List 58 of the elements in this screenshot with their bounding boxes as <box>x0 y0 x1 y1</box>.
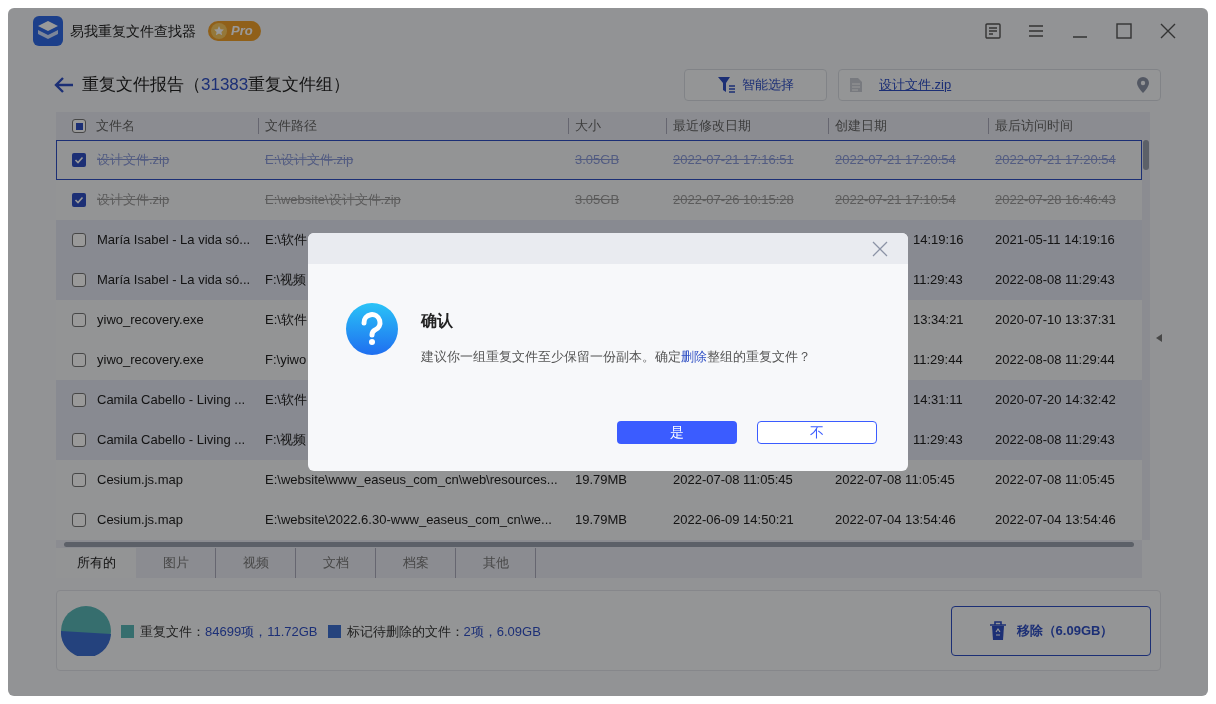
file-path-cell: F:\视频 <box>265 432 307 448</box>
file-path-cell: E:\设计文件.zip <box>265 152 354 168</box>
file-path-cell: F:\视频 <box>265 272 307 288</box>
modified-date-cell: 2022-07-21 17:16:51 <box>673 152 794 168</box>
created-date-cell: 11:29:43 <box>913 432 963 448</box>
file-path-cell: E:\软件 <box>265 232 307 248</box>
accessed-date-cell: 2022-07-04 13:54:46 <box>995 512 1116 528</box>
report-title: 重复文件报告（ <box>82 75 201 95</box>
file-name-cell: María Isabel - La vida só... <box>97 232 251 248</box>
size-cell: 19.79MB <box>575 472 628 488</box>
created-date-cell: 2022-07-21 17:10:54 <box>835 192 956 208</box>
file-path-cell: E:\website\2022.6.30-www_easeus_com_cn\we... <box>265 512 552 528</box>
legend-label: 标记待删除的文件： <box>346 623 464 641</box>
modified-date-cell: 2022-06-09 14:50:21 <box>673 512 794 528</box>
accessed-date-cell: 2020-07-10 13:37:31 <box>995 312 1116 328</box>
app-title: 易我重复文件查找器 <box>70 21 196 41</box>
accessed-date-cell: 2021-05-11 14:19:16 <box>995 232 1115 248</box>
file-path-cell: E:\软件 <box>265 312 307 328</box>
created-date-cell: 13:34:21 <box>913 312 964 328</box>
size-cell: 19.79MB <box>575 512 628 528</box>
accessed-date-cell: 2022-08-08 11:29:44 <box>995 352 1115 368</box>
file-path-cell: E:\website\设计文件.zip <box>265 192 401 208</box>
modified-date-cell: 2022-07-26 10:15:28 <box>673 192 794 208</box>
created-date-cell: 11:29:44 <box>913 352 963 368</box>
file-name-cell: yiwo_recovery.exe <box>97 312 204 328</box>
created-date-cell: 2022-07-08 11:05:45 <box>835 472 955 488</box>
legend-value: 2项，6.09GB <box>463 623 541 641</box>
accessed-date-cell: 2022-08-08 11:29:43 <box>995 272 1115 288</box>
accessed-date-cell: 2022-07-28 16:46:43 <box>995 192 1116 208</box>
accessed-date-cell: 2022-08-08 11:29:43 <box>995 432 1115 448</box>
modified-date-cell: 2022-07-08 11:05:45 <box>673 472 793 488</box>
accessed-date-cell: 2022-07-08 11:05:45 <box>995 472 1115 488</box>
file-name-cell: Cesium.js.map <box>97 512 183 528</box>
dialog-message: 建议你一组重复文件至少保留一份副本。确定删除整组的重复文件？ <box>421 348 811 366</box>
created-date-cell: 14:19:16 <box>913 232 964 248</box>
file-path-cell: E:\website\www_easeus_com_cn\web\resources... <box>265 472 558 488</box>
created-date-cell: 14:31:11 <box>913 392 963 408</box>
accessed-date-cell: 2020-07-20 14:32:42 <box>995 392 1116 408</box>
created-date-cell: 2022-07-04 13:54:46 <box>835 512 956 528</box>
group-count: 31383 <box>201 75 249 95</box>
file-name-cell: 设计文件.zip <box>97 192 170 208</box>
file-path-cell: F:\yiwo <box>265 352 307 368</box>
created-date-cell: 11:29:43 <box>913 272 963 288</box>
accessed-date-cell: 2022-07-21 17:20:54 <box>995 152 1116 168</box>
size-cell: 3.05GB <box>575 152 620 168</box>
created-date-cell: 2022-07-21 17:20:54 <box>835 152 956 168</box>
file-name-cell: Camila Cabello - Living ... <box>97 392 246 408</box>
dialog-title: 确认 <box>421 311 454 331</box>
legend-value: 84699项，11.72GB <box>205 623 318 641</box>
report-title-suffix: 重复文件组） <box>248 75 351 95</box>
file-name-cell: Cesium.js.map <box>97 472 183 488</box>
file-name-cell: Camila Cabello - Living ... <box>97 432 246 448</box>
size-cell: 3.05GB <box>575 192 620 208</box>
legend-label: 重复文件： <box>140 623 205 641</box>
file-path-cell: E:\软件 <box>265 392 307 408</box>
file-name-cell: María Isabel - La vida só... <box>97 272 251 288</box>
file-name-cell: yiwo_recovery.exe <box>97 352 204 368</box>
file-name-cell: 设计文件.zip <box>97 152 170 168</box>
